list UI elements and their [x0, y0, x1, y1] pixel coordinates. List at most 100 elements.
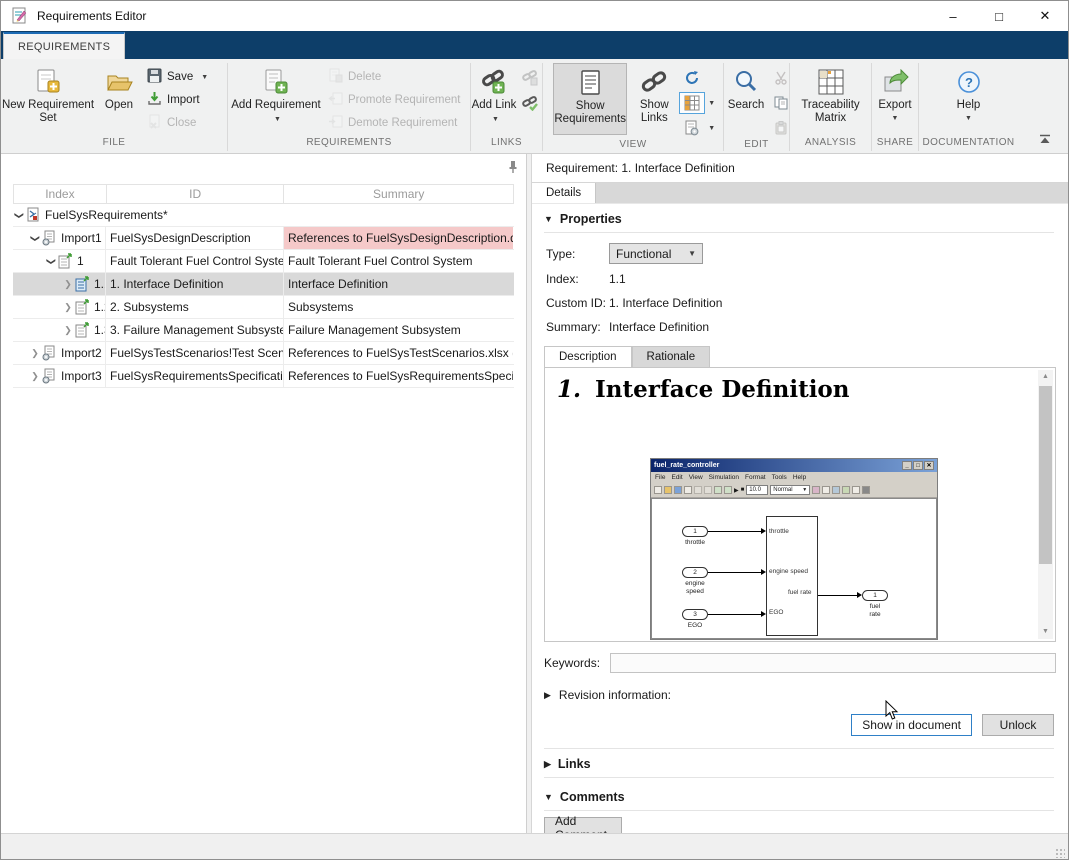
scroll-up-icon[interactable]: ▲ — [1038, 370, 1053, 384]
search-button[interactable]: Search — [724, 63, 768, 135]
new-requirement-set-button[interactable]: New Requirement Set — [1, 63, 95, 135]
add-requirement-button[interactable]: Add Requirement ▼ — [228, 63, 324, 135]
requirement-set-icon — [25, 207, 41, 223]
table-row-import3[interactable]: ❯ Import3 FuelSysRequirementsSpecificati… — [13, 365, 514, 388]
links-section-header[interactable]: ▶ Links — [544, 751, 1056, 777]
index-label: Index: — [546, 272, 579, 286]
demote-requirement-button: Demote Requirement — [324, 113, 470, 133]
expander-icon[interactable]: ❯ — [14, 209, 25, 221]
refresh-icon — [686, 71, 699, 84]
type-dropdown[interactable]: Functional ▼ — [609, 243, 703, 264]
traceability-matrix-label: Traceability Matrix — [801, 99, 860, 124]
show-in-document-button[interactable]: Show in document — [851, 714, 972, 736]
columns-view-button[interactable] — [679, 92, 706, 114]
collapse-ribbon-button[interactable] — [1034, 131, 1056, 147]
embed-sim-mode: Normal ▼ — [770, 485, 811, 495]
table-row-1-1-selected[interactable]: ❯ 1.1 1. Interface Definition Interface … — [13, 273, 514, 296]
expander-icon[interactable]: ❯ — [29, 371, 41, 382]
table-row-1-3[interactable]: ❯ 1.3 3. Failure Management Subsystem Fa… — [13, 319, 514, 342]
tab-details[interactable]: Details — [532, 183, 597, 203]
embed-titlebar: fuel_rate_controller _ □ ✕ — [651, 459, 937, 472]
expander-icon[interactable]: ❯ — [29, 348, 41, 359]
column-header-index[interactable]: Index — [14, 185, 107, 203]
traceability-matrix-button[interactable]: Traceability Matrix — [792, 63, 870, 135]
delete-icon — [328, 68, 343, 86]
minimize-button[interactable]: – — [930, 1, 976, 31]
table-row-import2[interactable]: ❯ Import2 FuelSysTestScenarios!Test Scen… — [13, 342, 514, 365]
cut-icon — [775, 71, 787, 85]
unlock-button[interactable]: Unlock — [982, 714, 1054, 736]
check-links-button[interactable] — [517, 92, 543, 114]
import-icon — [147, 91, 162, 109]
export-label: Export — [878, 99, 912, 111]
requirement-header: Requirement: 1. Interface Definition — [532, 154, 1068, 183]
description-heading: 1. Interface Definition — [557, 376, 850, 403]
add-comment-button[interactable]: Add Comment — [544, 814, 622, 833]
save-icon — [147, 68, 162, 86]
add-link-button[interactable]: Add Link ▼ — [471, 63, 517, 135]
check-links-icon — [522, 96, 538, 111]
table-header: Index ID Summary — [13, 184, 514, 204]
ribbon-group-analysis: Traceability Matrix ANALYSIS — [790, 59, 871, 153]
refresh-button[interactable] — [679, 67, 705, 89]
expander-icon[interactable]: ❯ — [62, 302, 74, 313]
requirements-editor-window: Requirements Editor – □ ✕ REQUIREMENTS N… — [0, 0, 1069, 860]
resize-grip[interactable] — [1055, 848, 1065, 858]
delete-button: Delete — [324, 67, 470, 87]
expander-icon[interactable]: ❯ — [62, 279, 74, 290]
revision-information-toggle[interactable]: ▶ Revision information: — [544, 688, 1056, 702]
scrollbar-thumb[interactable] — [1039, 386, 1052, 564]
keywords-input[interactable] — [610, 653, 1056, 673]
promote-requirement-icon — [328, 91, 343, 109]
demote-requirement-icon — [328, 114, 343, 132]
save-button[interactable]: Save ▼ — [143, 67, 223, 87]
table-row-import1[interactable]: ❯ Import1 FuelSysDesignDescription Refer… — [13, 227, 514, 250]
embed-sim-time: 10.0 — [746, 485, 769, 495]
column-header-summary[interactable]: Summary — [284, 185, 513, 203]
table-row-1[interactable]: ❯ 1 Fault Tolerant Fuel Control System F… — [13, 250, 514, 273]
comments-section-header[interactable]: ▼ Comments — [544, 784, 1056, 810]
help-button[interactable]: ? Help ▼ — [947, 63, 991, 135]
tab-requirements[interactable]: REQUIREMENTS — [3, 32, 126, 59]
description-scrollbar[interactable]: ▲ ▼ — [1038, 370, 1053, 639]
expander-icon[interactable]: ❯ — [46, 255, 57, 267]
details-tabstrip: Details — [532, 183, 1068, 204]
index-value: 1.1 — [609, 272, 626, 286]
cell-summary: References to FuelSysRequirementsSpecifi… — [288, 369, 513, 383]
table-row-1-2[interactable]: ❯ 1.2 2. Subsystems Subsystems — [13, 296, 514, 319]
group-label-analysis: ANALYSIS — [804, 137, 857, 148]
comments-title: Comments — [559, 790, 625, 804]
cell-id: 1. Interface Definition — [106, 273, 284, 295]
description-content[interactable]: 1. Interface Definition fuel_rate_control… — [544, 367, 1056, 642]
new-requirement-set-icon — [35, 65, 61, 99]
scroll-down-icon[interactable]: ▼ — [1038, 625, 1053, 639]
inport-throttle: 1 — [682, 526, 708, 537]
show-requirements-button[interactable]: Show Requirements — [553, 63, 628, 135]
divider — [544, 232, 1054, 233]
add-link-dropdown-arrow: ▼ — [492, 116, 499, 123]
expander-icon[interactable]: ❯ — [30, 232, 41, 244]
open-button[interactable]: Open — [95, 63, 143, 135]
cell-index: Import2 — [61, 346, 102, 360]
import-button[interactable]: Import — [143, 90, 223, 110]
properties-title: Properties — [559, 212, 622, 226]
view-settings-dropdown-arrow[interactable]: ▼ — [708, 125, 715, 132]
tab-description[interactable]: Description — [544, 346, 632, 367]
expander-icon[interactable]: ❯ — [62, 325, 74, 336]
close-button[interactable]: ✕ — [1022, 1, 1068, 31]
maximize-button[interactable]: □ — [976, 1, 1022, 31]
requirement-icon — [74, 322, 90, 338]
embedded-model-image: fuel_rate_controller _ □ ✕ File Edit View Sim… — [650, 458, 938, 640]
show-links-button[interactable]: Show Links — [633, 63, 675, 135]
show-links-icon — [640, 65, 668, 99]
columns-dropdown-arrow[interactable]: ▼ — [708, 100, 715, 107]
export-button[interactable]: Export ▼ — [873, 63, 917, 135]
pin-icon[interactable] — [508, 160, 518, 177]
column-header-id[interactable]: ID — [107, 185, 285, 203]
view-settings-button[interactable] — [679, 117, 705, 139]
properties-section-header[interactable]: ▼ Properties — [544, 206, 1056, 232]
group-label-requirements: REQUIREMENTS — [306, 137, 392, 148]
table-row-root[interactable]: ❯ FuelSysRequirements* — [13, 204, 514, 227]
cell-index: 1 — [77, 254, 84, 268]
tab-rationale[interactable]: Rationale — [631, 346, 711, 367]
